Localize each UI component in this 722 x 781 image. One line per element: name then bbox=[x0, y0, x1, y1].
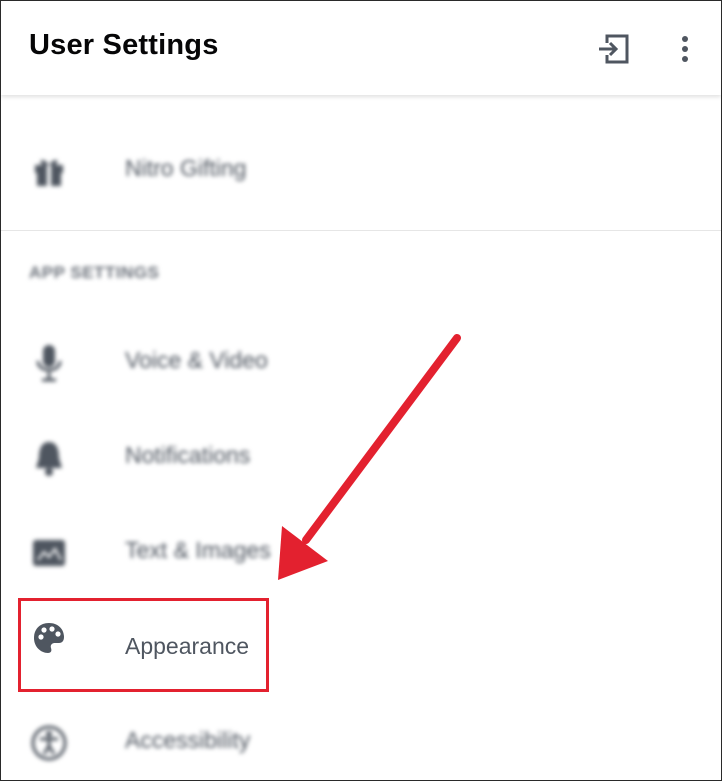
logout-icon bbox=[599, 34, 629, 64]
logout-button[interactable] bbox=[593, 31, 633, 67]
header-bar: User Settings bbox=[1, 1, 721, 95]
more-vertical-icon bbox=[682, 36, 688, 62]
settings-screen: User Settings Nitro Gifting APP SETTINGS… bbox=[0, 0, 722, 781]
more-options-button[interactable] bbox=[665, 31, 705, 67]
settings-item-text-images[interactable]: Text & Images bbox=[1, 513, 721, 585]
page-title: User Settings bbox=[29, 29, 219, 61]
settings-item-label: Notifications bbox=[125, 442, 251, 468]
settings-item-nitro-gifting[interactable]: Nitro Gifting bbox=[1, 131, 721, 203]
settings-item-notifications[interactable]: Notifications bbox=[1, 418, 721, 490]
microphone-icon bbox=[27, 341, 71, 385]
image-icon bbox=[27, 531, 71, 575]
accessibility-icon bbox=[27, 721, 71, 765]
highlight-box-appearance bbox=[18, 598, 269, 692]
settings-item-label: Accessibility bbox=[125, 727, 251, 753]
gift-icon bbox=[27, 149, 71, 193]
settings-item-label: Voice & Video bbox=[125, 347, 268, 373]
section-divider bbox=[1, 230, 721, 231]
bell-icon bbox=[27, 436, 71, 480]
settings-item-voice-video[interactable]: Voice & Video bbox=[1, 323, 721, 395]
settings-item-label: Nitro Gifting bbox=[125, 155, 247, 181]
section-title-app-settings: APP SETTINGS bbox=[29, 263, 160, 282]
settings-item-label: Text & Images bbox=[125, 537, 271, 563]
settings-item-accessibility[interactable]: Accessibility bbox=[1, 703, 721, 775]
